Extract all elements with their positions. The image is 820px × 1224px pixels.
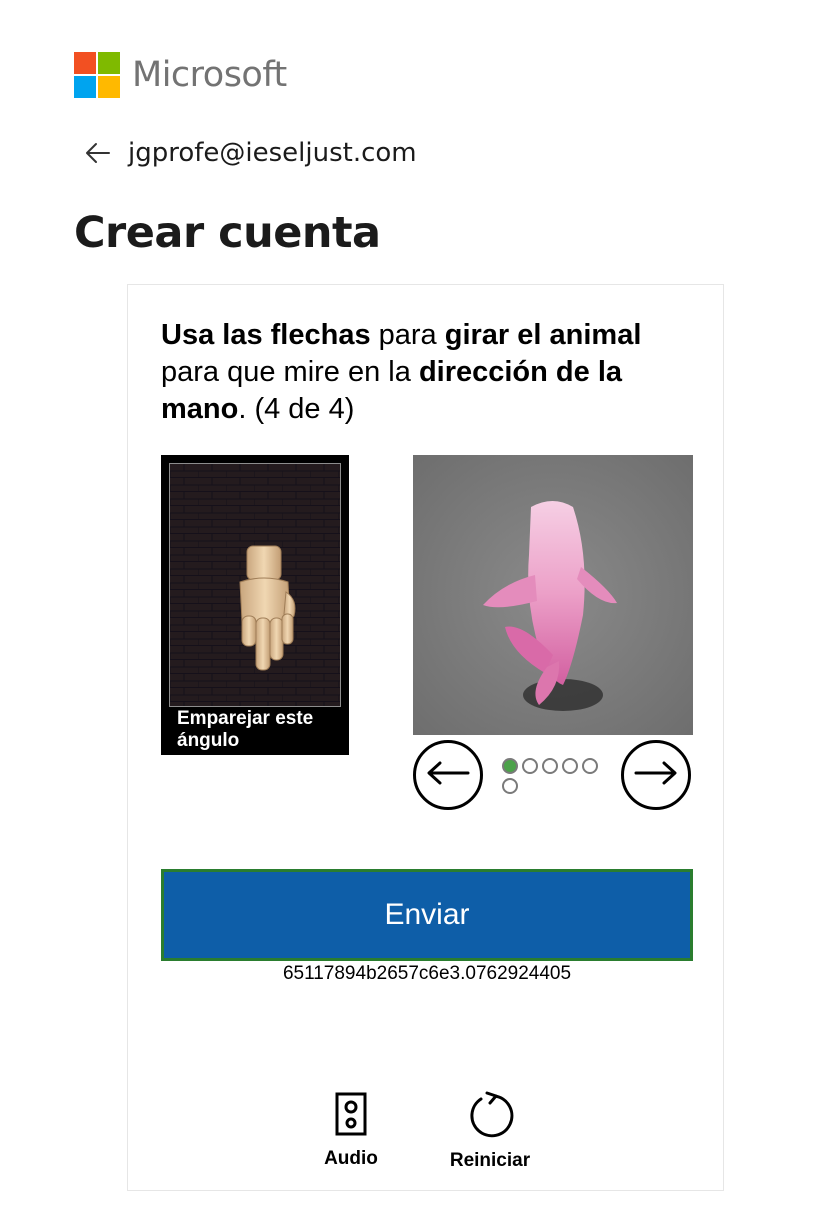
arrow-left-icon bbox=[426, 761, 470, 790]
session-id: 65117894b2657c6e3.0762924405 bbox=[282, 963, 572, 984]
target-image-panel: Emparejar este ángulo bbox=[161, 455, 349, 755]
next-button[interactable] bbox=[621, 740, 691, 810]
logo-square-green bbox=[98, 52, 120, 74]
back-arrow-icon[interactable] bbox=[84, 139, 112, 167]
speaker-icon bbox=[334, 1091, 368, 1142]
logo-square-yellow bbox=[98, 76, 120, 98]
arrow-right-icon bbox=[634, 761, 678, 790]
pink-animal-image bbox=[413, 455, 693, 735]
brand-name: Microsoft bbox=[132, 55, 287, 95]
logo-square-blue bbox=[74, 76, 96, 98]
challenge-card: Usa las flechas para girar el animal par… bbox=[127, 284, 724, 1191]
reset-label: Reiniciar bbox=[449, 1150, 531, 1171]
microsoft-logo: Microsoft bbox=[74, 52, 287, 98]
pagination-dot bbox=[562, 758, 578, 774]
identity-email: jgprofe@ieseljust.com bbox=[128, 138, 417, 168]
pagination-dot bbox=[502, 758, 518, 774]
pagination-dot bbox=[542, 758, 558, 774]
submit-button[interactable]: Enviar bbox=[161, 869, 693, 961]
microsoft-logo-grid-icon bbox=[74, 52, 120, 98]
refresh-icon bbox=[465, 1091, 515, 1144]
logo-square-red bbox=[74, 52, 96, 74]
pagination-dot bbox=[502, 778, 518, 794]
reset-button[interactable]: Reiniciar bbox=[444, 1091, 536, 1172]
instruction-part: para bbox=[370, 319, 445, 351]
audio-label: Audio bbox=[324, 1148, 378, 1169]
challenge-instructions: Usa las flechas para girar el animal par… bbox=[161, 317, 706, 428]
instruction-part: para que mire en la bbox=[161, 356, 419, 388]
previous-button[interactable] bbox=[413, 740, 483, 810]
pagination-dot bbox=[522, 758, 538, 774]
audio-button[interactable]: Audio bbox=[318, 1091, 384, 1170]
identity-banner: jgprofe@ieseljust.com bbox=[84, 138, 417, 168]
pointing-hand-image bbox=[169, 463, 341, 707]
instruction-part: girar el animal bbox=[444, 319, 642, 351]
instruction-part: Usa las flechas bbox=[161, 319, 371, 351]
target-image-label: Emparejar este ángulo bbox=[177, 708, 314, 751]
pagination-dot bbox=[582, 758, 598, 774]
instruction-part: . (4 de 4) bbox=[238, 393, 355, 425]
page-title: Crear cuenta bbox=[74, 208, 381, 258]
